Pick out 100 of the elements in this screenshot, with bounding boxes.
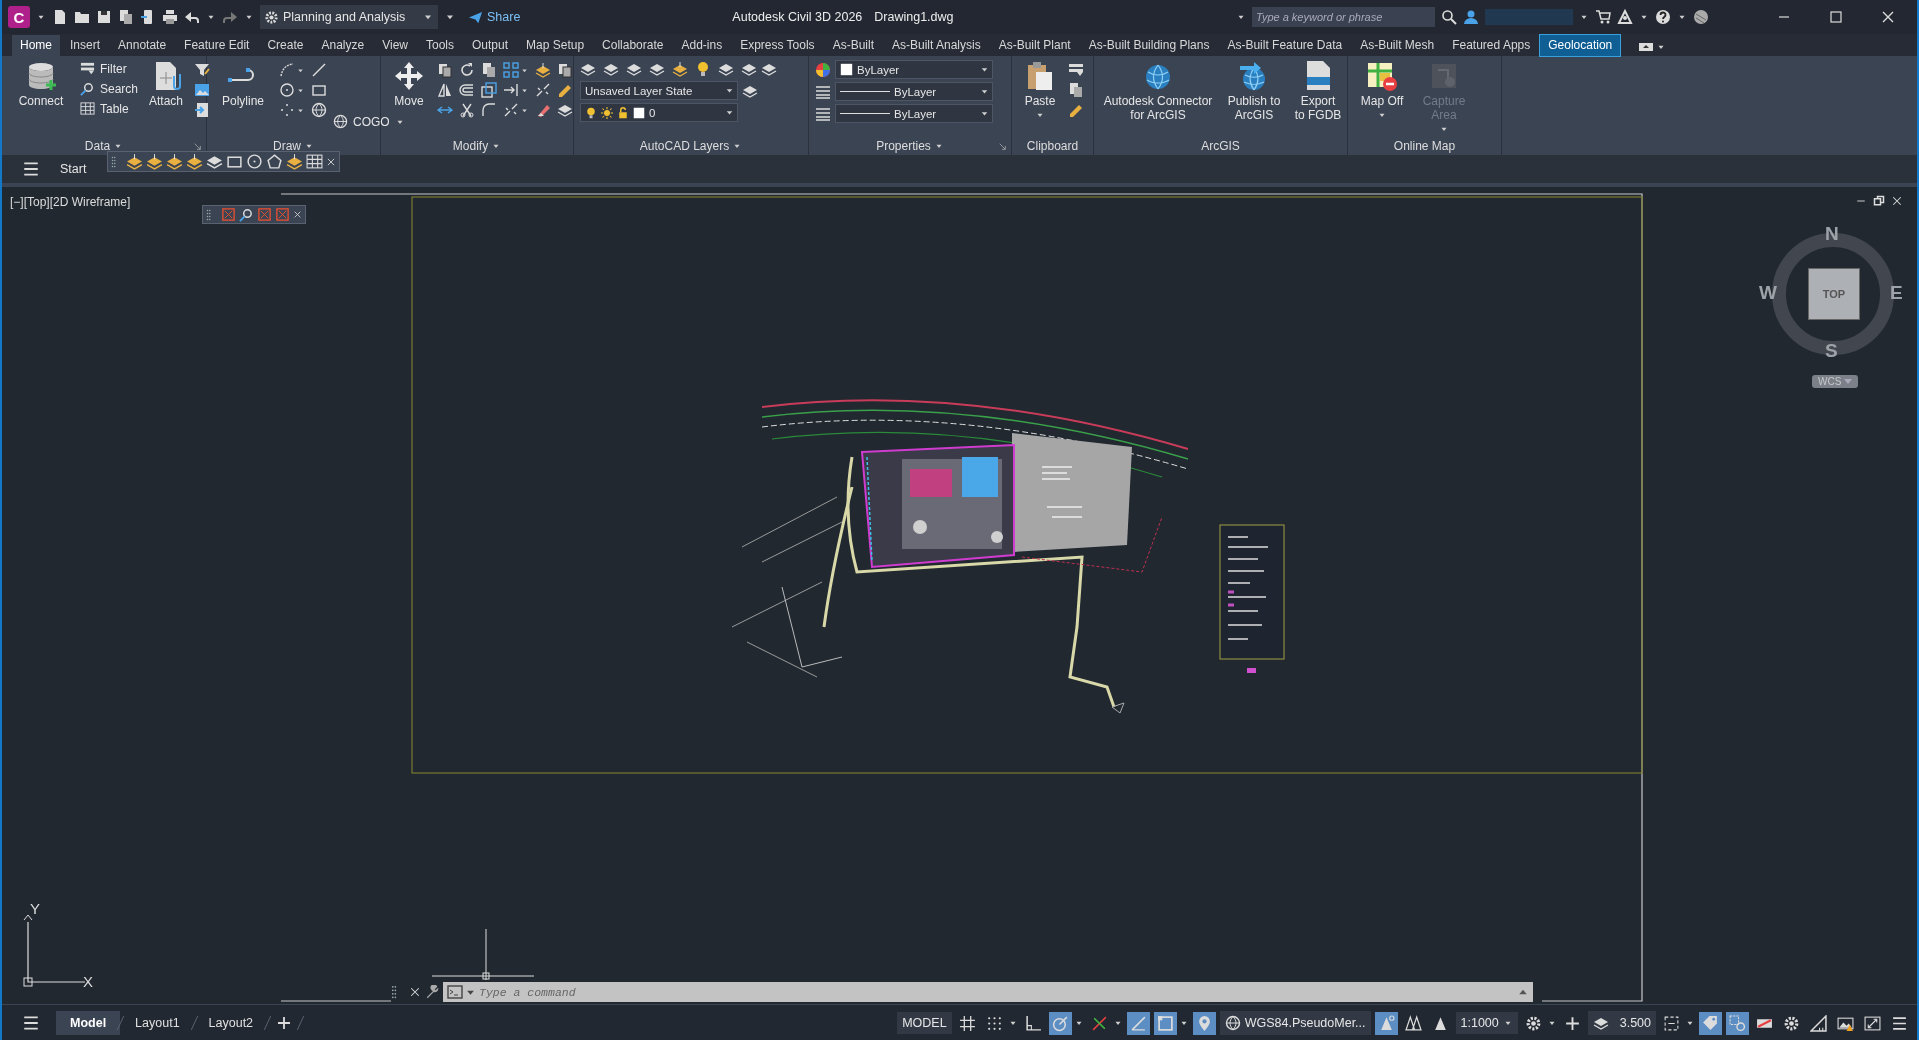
- compass-direction[interactable]: S: [1825, 340, 1838, 362]
- location-pin-icon[interactable]: [1192, 1011, 1216, 1035]
- circle-icon[interactable]: [246, 153, 263, 170]
- ribbon-tab[interactable]: As-Built: [824, 35, 882, 56]
- line-dropdown[interactable]: ByLayer: [835, 104, 993, 123]
- layer-stack-icon[interactable]: [626, 61, 642, 77]
- dialog-launcher-icon[interactable]: [998, 142, 1007, 151]
- ribbon-button[interactable]: Autodesk Connector for ArcGIS: [1100, 92, 1216, 124]
- ribbon-button[interactable]: Attach: [144, 92, 189, 110]
- tag-icon[interactable]: [1699, 1011, 1722, 1035]
- panel-toggle-icon[interactable]: [1638, 42, 1655, 52]
- scale-icon[interactable]: [481, 82, 497, 98]
- arc-icon[interactable]: [279, 62, 295, 78]
- ribbon-tab[interactable]: Create: [259, 35, 312, 56]
- tool-button[interactable]: Table: [80, 100, 139, 117]
- color-dropdown[interactable]: ByLayer: [835, 60, 993, 79]
- help-icon[interactable]: [1655, 9, 1671, 25]
- lineweight-icon[interactable]: [815, 105, 831, 122]
- redo-icon[interactable]: [222, 9, 238, 25]
- maximize-icon[interactable]: [1828, 9, 1844, 25]
- folder-icon[interactable]: [74, 9, 90, 25]
- selection-filter-icon[interactable]: [1726, 1011, 1749, 1035]
- cart-icon[interactable]: [1595, 9, 1611, 25]
- ribbon-tab[interactable]: As-Built Analysis: [883, 35, 989, 56]
- layer-state-dropdown[interactable]: Unsaved Layer State: [580, 81, 738, 100]
- ribbon-tab[interactable]: Add-ins: [673, 35, 731, 56]
- search-icon[interactable]: [1441, 9, 1457, 25]
- magnifier-icon[interactable]: [239, 207, 254, 222]
- panel-title[interactable]: Clipboard: [1012, 137, 1093, 155]
- ribbon-button[interactable]: Polyline: [213, 92, 273, 110]
- annotation-icon[interactable]: [1374, 1011, 1398, 1035]
- ribbon-tab[interactable]: Express Tools: [732, 35, 823, 56]
- layout-tab[interactable]: Layout1: [121, 1011, 194, 1035]
- triangle-nodes-icon[interactable]: [1617, 9, 1633, 25]
- layer-tool-icon[interactable]: [146, 153, 163, 170]
- pencil-icon[interactable]: [557, 82, 573, 98]
- close-icon[interactable]: [1880, 9, 1896, 25]
- printer-icon[interactable]: [162, 9, 178, 25]
- viewport-label[interactable]: [−][Top][2D Wireframe]: [10, 195, 131, 209]
- tool-button[interactable]: COGO: [333, 113, 405, 130]
- documents-icon[interactable]: [481, 62, 497, 78]
- ribbon-tab[interactable]: As-Built Building Plans: [1080, 35, 1218, 56]
- command-history-button[interactable]: [443, 982, 477, 1002]
- database-icon[interactable]: [25, 60, 57, 92]
- object-snap-icon[interactable]: [1153, 1011, 1177, 1035]
- layer-tool-icon[interactable]: [166, 153, 183, 170]
- ribbon-tab[interactable]: Feature Edit: [176, 35, 258, 56]
- panel-title[interactable]: Properties: [809, 137, 1011, 155]
- layer-stack-icon[interactable]: [580, 61, 596, 77]
- ribbon-tab[interactable]: Geolocation: [1540, 35, 1621, 56]
- circle-icon[interactable]: [279, 82, 295, 98]
- panel-title[interactable]: AutoCAD Layers: [574, 137, 808, 155]
- ribbon-tab[interactable]: As-Built Mesh: [1352, 35, 1443, 56]
- rectangle-icon[interactable]: [311, 82, 327, 98]
- panel-title[interactable]: ArcGIS: [1094, 137, 1347, 155]
- filter-icon[interactable]: [1068, 62, 1084, 78]
- ribbon-tab[interactable]: Home: [12, 35, 60, 56]
- copy-icon[interactable]: [437, 62, 453, 78]
- ribbon-tab[interactable]: Output: [464, 35, 517, 56]
- layer-tool-icon[interactable]: [535, 62, 551, 78]
- share-button[interactable]: Share: [462, 8, 527, 26]
- move-arrows-icon[interactable]: [393, 60, 425, 92]
- layer-tool-icon[interactable]: [126, 153, 143, 170]
- ribbon-button[interactable]: Export to FGDB: [1292, 92, 1344, 124]
- points-icon[interactable]: [279, 102, 295, 118]
- restore-icon[interactable]: [1873, 195, 1885, 207]
- ribbon-tab[interactable]: Annotate: [110, 35, 175, 56]
- layer-stack-icon[interactable]: [557, 102, 573, 118]
- copy-icon[interactable]: [557, 62, 573, 78]
- panel-title[interactable]: Modify: [381, 137, 573, 155]
- panel-title[interactable]: Data: [2, 137, 206, 155]
- layer-stack-icon[interactable]: [206, 153, 223, 170]
- extend-icon[interactable]: [503, 82, 519, 98]
- status-button[interactable]: 1:1000: [1455, 1012, 1518, 1034]
- layer-stack-icon[interactable]: [741, 61, 757, 77]
- ribbon-button[interactable]: Publish to ArcGIS: [1222, 92, 1286, 124]
- globe-icon[interactable]: [311, 102, 327, 118]
- table-icon[interactable]: [306, 153, 323, 170]
- pencil-icon[interactable]: [1068, 102, 1084, 118]
- explode-icon[interactable]: [503, 102, 519, 118]
- line-icon[interactable]: [311, 62, 327, 78]
- lineweight-icon[interactable]: [815, 83, 831, 100]
- ribbon-tab[interactable]: Collaborate: [594, 35, 672, 56]
- layer-tool-icon[interactable]: [286, 153, 303, 170]
- ribbon-tab[interactable]: As-Built Feature Data: [1219, 35, 1351, 56]
- explode-icon[interactable]: [535, 82, 551, 98]
- ribbon-tab[interactable]: As-Built Plant: [990, 35, 1079, 56]
- plus-icon[interactable]: [276, 1015, 293, 1031]
- layer-tool-icon[interactable]: [672, 61, 688, 77]
- compass-direction[interactable]: E: [1890, 282, 1903, 304]
- funnel-icon[interactable]: [194, 62, 211, 78]
- image-icon[interactable]: [194, 82, 211, 98]
- layer-stack-icon[interactable]: [718, 61, 734, 77]
- layer-tool-icon[interactable]: [186, 153, 203, 170]
- menu-icon[interactable]: [22, 160, 40, 178]
- close-icon[interactable]: [293, 210, 302, 219]
- panel-title[interactable]: Online Map: [1348, 137, 1501, 155]
- documents-icon[interactable]: [1068, 82, 1084, 98]
- status-button[interactable]: MODEL: [897, 1012, 952, 1034]
- rotate-icon[interactable]: [459, 62, 475, 78]
